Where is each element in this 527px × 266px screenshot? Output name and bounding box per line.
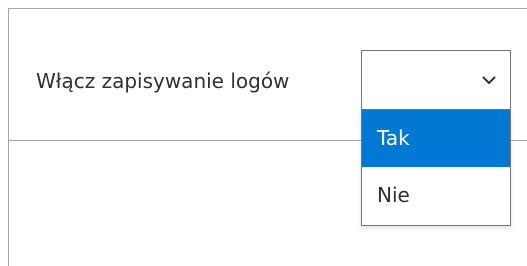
- dropdown-listbox: Tak Nie: [361, 110, 511, 226]
- chevron-down-icon: [482, 76, 496, 84]
- enable-logging-label: Włącz zapisywanie logów: [36, 69, 290, 93]
- option-tak[interactable]: Tak: [362, 110, 510, 167]
- enable-logging-select[interactable]: [361, 50, 511, 110]
- option-nie[interactable]: Nie: [362, 167, 510, 224]
